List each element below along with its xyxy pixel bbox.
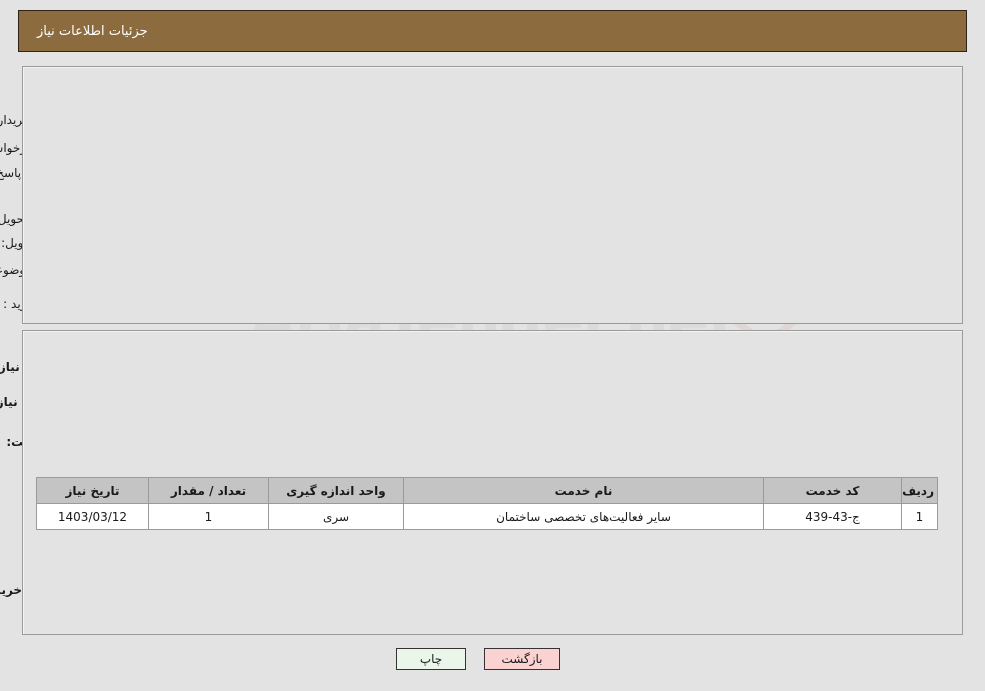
cell-name: سایر فعالیت‌های تخصصی ساختمان (403, 503, 764, 530)
service-items-table-wrapper: ردیف کد خدمت نام خدمت واحد اندازه گیری ت… (36, 477, 938, 530)
cell-date: 1403/03/12 (36, 503, 149, 530)
column-header-row-no: ردیف (901, 477, 938, 504)
column-header-code: کد خدمت (763, 477, 902, 504)
table-header-row: ردیف کد خدمت نام خدمت واحد اندازه گیری ت… (36, 477, 938, 504)
service-items-table: ردیف کد خدمت نام خدمت واحد اندازه گیری ت… (36, 477, 938, 530)
page-title-bar: جزئیات اطلاعات نیاز (18, 10, 967, 52)
column-header-quantity: تعداد / مقدار (148, 477, 269, 504)
column-header-unit: واحد اندازه گیری (268, 477, 404, 504)
cell-row-no: 1 (901, 503, 938, 530)
table-row: 1 ج-43-439 سایر فعالیت‌های تخصصی ساختمان… (36, 503, 938, 530)
column-header-name: نام خدمت (403, 477, 764, 504)
cell-quantity: 1 (148, 503, 269, 530)
need-info-panel (22, 66, 963, 324)
column-header-date: تاریخ نیاز (36, 477, 149, 504)
back-button[interactable]: بازگشت (484, 648, 560, 670)
page-title: جزئیات اطلاعات نیاز (37, 23, 148, 39)
print-button[interactable]: چاپ (396, 648, 466, 670)
cell-unit: سری (268, 503, 404, 530)
cell-code: ج-43-439 (763, 503, 902, 530)
